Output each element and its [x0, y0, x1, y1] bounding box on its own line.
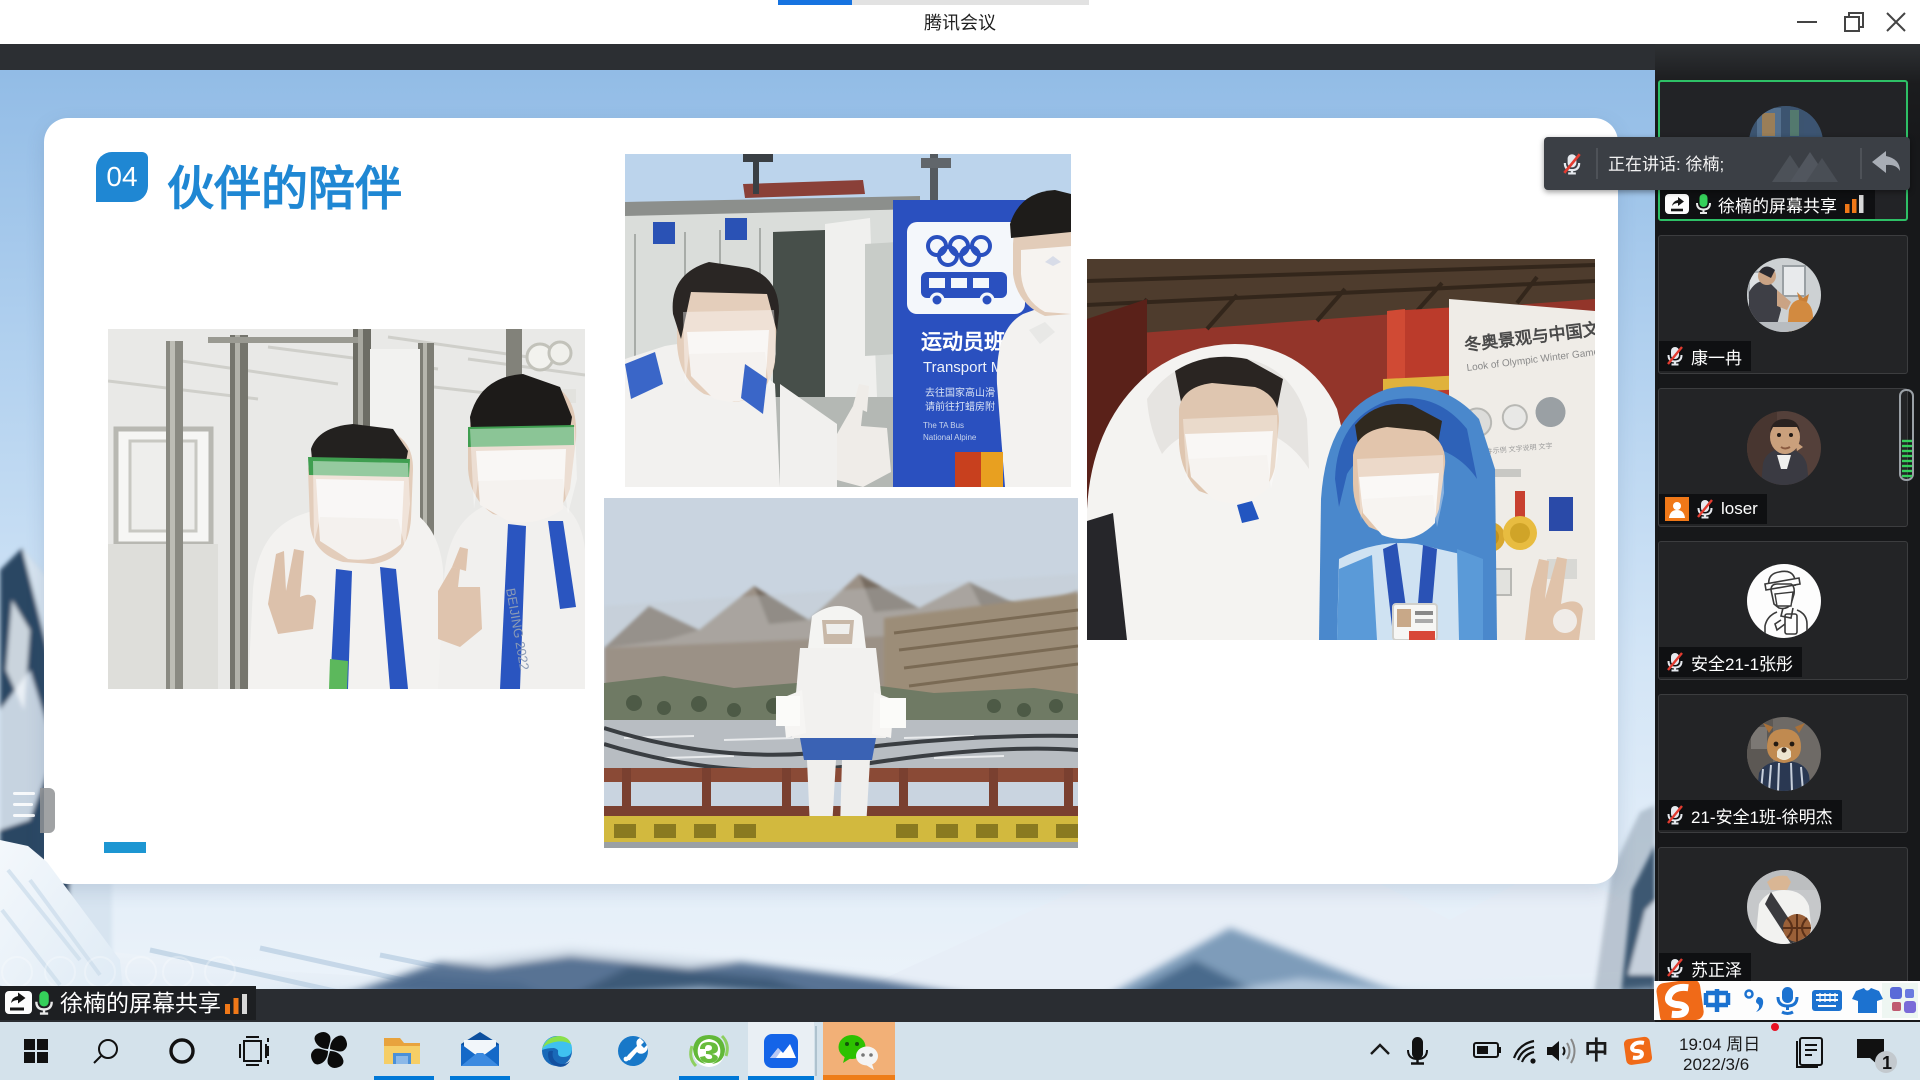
svg-text:Transport M: Transport M [923, 359, 1003, 376]
svg-text:中: 中 [1585, 1037, 1609, 1065]
svg-text:徐楠的屏幕共享: 徐楠的屏幕共享 [60, 990, 221, 1016]
svg-text:19:04 周日: 19:04 周日 [1679, 1035, 1760, 1054]
svg-text:去往国家高山滑: 去往国家高山滑 [925, 386, 995, 399]
svg-text:2022/3/6: 2022/3/6 [1683, 1055, 1749, 1074]
svg-text:正在讲话: 徐楠;: 正在讲话: 徐楠; [1608, 155, 1724, 174]
svg-text:The TA Bus: The TA Bus [923, 421, 964, 430]
svg-text:National Alpine: National Alpine [923, 433, 977, 442]
svg-text:请前往打蜡房附: 请前往打蜡房附 [925, 400, 995, 413]
svg-text:1: 1 [1882, 1053, 1892, 1073]
